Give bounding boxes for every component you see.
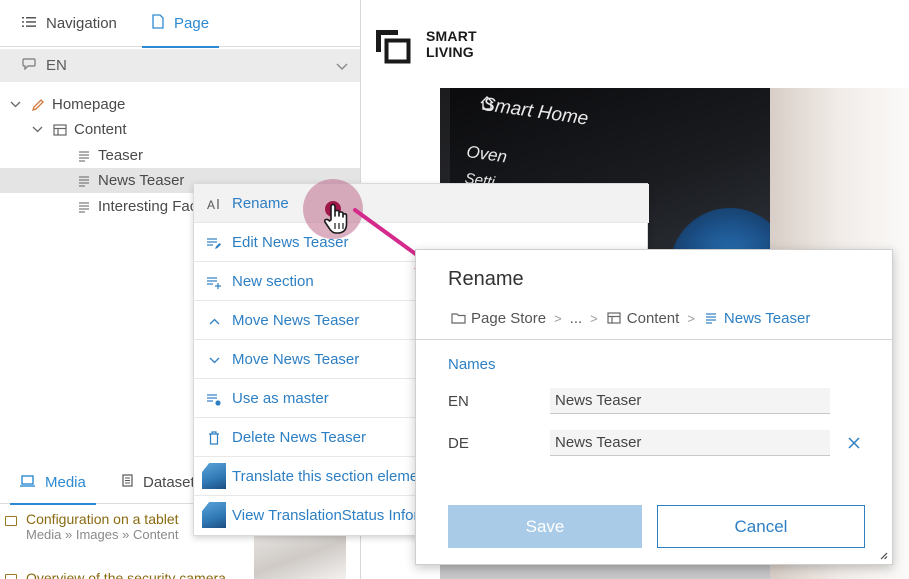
chevron-down-icon	[336, 58, 348, 75]
breadcrumb: Page Store > ... > Content > News Teaser	[450, 309, 810, 327]
tab-media-label: Media	[45, 473, 86, 491]
menu-item-label: New section	[232, 272, 314, 290]
breadcrumb-item-news-teaser[interactable]: News Teaser	[724, 310, 810, 327]
tree-item-teaser[interactable]: Teaser	[0, 143, 360, 168]
tab-datasets[interactable]: Datasets	[122, 460, 202, 504]
divider	[416, 339, 892, 340]
page-icon	[152, 14, 164, 33]
language-icon	[22, 57, 36, 74]
chevron-right-icon: >	[687, 310, 695, 326]
chevron-down-icon	[206, 352, 222, 368]
logo-text: SMART LIVING	[426, 28, 477, 60]
media-title: Configuration on a tablet	[26, 511, 179, 527]
menu-item-label: Delete News Teaser	[232, 428, 366, 446]
media-title: Overview of the security camera	[26, 570, 226, 579]
media-thumbnail	[254, 535, 346, 579]
save-button[interactable]: Save	[448, 505, 642, 548]
name-field-en[interactable]	[550, 388, 830, 414]
text-lines-icon	[76, 148, 92, 164]
chevron-right-icon: >	[554, 310, 562, 326]
tab-navigation-label: Navigation	[46, 15, 117, 32]
dialog-title: Rename	[448, 268, 524, 290]
chevron-up-icon	[206, 313, 222, 329]
language-label: EN	[46, 57, 67, 74]
tree-item-label: Content	[74, 121, 127, 138]
text-lines-icon	[76, 173, 92, 189]
rename-dialog: Rename Page Store > ... > Content > News…	[415, 249, 893, 565]
tab-media[interactable]: Media	[10, 460, 96, 505]
tree-item-label: News Teaser	[98, 172, 185, 189]
edit-lines-icon	[206, 235, 222, 251]
translate-thumb-icon	[202, 463, 226, 489]
section-icon	[606, 310, 622, 326]
tab-page-label: Page	[174, 15, 210, 32]
home-icon	[480, 96, 494, 110]
chevron-down-icon[interactable]	[30, 123, 44, 137]
panel-tabs: Navigation Page	[0, 0, 360, 48]
names-section-label: Names	[448, 356, 496, 373]
text-lines-icon	[76, 199, 92, 215]
add-lines-icon	[206, 274, 222, 290]
clear-icon[interactable]	[846, 435, 862, 451]
pencil-icon	[30, 97, 46, 113]
menu-item-label: Move News Teaser	[232, 350, 360, 368]
menu-item-label: Translate this section element	[232, 467, 431, 485]
laptop-icon	[5, 516, 17, 526]
tree-item-label: Teaser	[98, 147, 144, 164]
language-selector[interactable]: EN	[0, 49, 360, 82]
folder-icon	[450, 310, 466, 326]
master-lines-icon	[206, 391, 222, 407]
breadcrumb-item-ellipsis[interactable]: ...	[570, 310, 583, 327]
text-lines-icon	[703, 310, 719, 326]
media-path: Media » Images » Content	[26, 527, 179, 542]
lang-label-de: DE	[448, 435, 469, 452]
hand-cursor-icon	[323, 203, 348, 234]
breadcrumb-item-content[interactable]: Content	[627, 310, 680, 327]
dataset-icon	[122, 473, 133, 491]
section-icon	[52, 122, 68, 138]
name-field-de[interactable]	[550, 430, 830, 456]
tree-item-label: Homepage	[52, 96, 126, 113]
menu-item-label: Use as master	[232, 389, 329, 407]
breadcrumb-item-page-store[interactable]: Page Store	[471, 310, 546, 327]
menu-item-label: Move News Teaser	[232, 311, 360, 329]
tab-navigation[interactable]: Navigation	[22, 0, 123, 47]
trash-icon	[206, 430, 222, 446]
logo-icon	[376, 30, 411, 64]
tree-item-homepage[interactable]: Homepage	[0, 92, 360, 117]
chevron-right-icon: >	[590, 310, 598, 326]
laptop-icon	[5, 574, 17, 579]
cancel-button[interactable]: Cancel	[657, 505, 865, 548]
tab-page[interactable]: Page	[142, 0, 220, 48]
list-icon	[22, 15, 36, 32]
tree-item-content[interactable]: Content	[0, 117, 360, 142]
laptop-icon	[20, 474, 35, 491]
rename-icon: A	[206, 196, 222, 212]
lang-label-en: EN	[448, 393, 469, 410]
menu-item-label: Rename	[232, 194, 289, 212]
chevron-down-icon[interactable]	[8, 98, 22, 112]
svg-text:A: A	[207, 198, 215, 210]
resize-handle-icon[interactable]	[878, 550, 888, 560]
translation-status-thumb-icon	[202, 502, 226, 528]
